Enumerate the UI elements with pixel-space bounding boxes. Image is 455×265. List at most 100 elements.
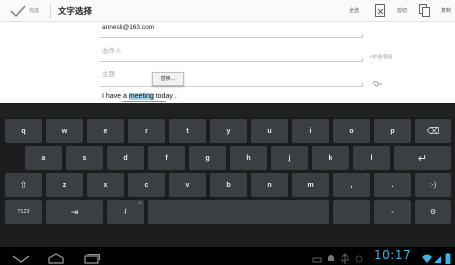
smiley-label: :-) <box>429 181 437 189</box>
key-a[interactable]: a <box>25 146 62 170</box>
key-k[interactable]: k <box>312 146 349 170</box>
key-q[interactable]: q <box>5 119 42 143</box>
field-divider <box>99 86 363 87</box>
key-y[interactable]: y <box>210 119 247 143</box>
key-symbols[interactable]: ?123 <box>5 200 42 224</box>
key-alt-label: ! <box>366 173 368 178</box>
key-i[interactable]: i <box>292 119 329 143</box>
key-w[interactable]: w <box>46 119 83 143</box>
copy-icon <box>419 4 430 17</box>
key-g[interactable]: g <box>189 146 226 170</box>
key-p[interactable]: p <box>374 119 411 143</box>
key-s[interactable]: s <box>66 146 103 170</box>
key-label: w <box>61 127 68 135</box>
key-label: i <box>309 127 312 135</box>
key-label: q <box>21 127 26 135</box>
key-z[interactable]: z <box>46 173 83 197</box>
cut-label[interactable]: 剪切 <box>397 7 407 14</box>
keyboard-status-icon <box>312 250 322 263</box>
battery-icon <box>444 250 452 264</box>
home-button[interactable] <box>45 250 67 264</box>
copy-label[interactable]: 复制 <box>441 7 451 14</box>
select-all-button[interactable]: 全选 <box>349 7 359 14</box>
key-label: n <box>267 181 272 189</box>
signal-icon <box>434 250 442 263</box>
page-title: 文字选择 <box>58 7 93 17</box>
from-field[interactable]: annesli@163.com <box>102 24 154 31</box>
tab-icon: ⇥ <box>70 206 79 217</box>
key-dash[interactable]: - _ <box>374 200 411 224</box>
field-divider <box>99 61 363 62</box>
key-label: / <box>124 208 127 216</box>
key-m[interactable]: m <box>292 173 329 197</box>
checkmark-icon <box>10 5 26 18</box>
key-alt-label: @ <box>137 200 142 205</box>
key-l[interactable]: l <box>353 146 390 170</box>
key-label: x <box>103 181 108 189</box>
attach-button[interactable] <box>370 74 384 87</box>
key-v[interactable]: v <box>169 173 206 197</box>
message-body[interactable]: I have a meeting today . <box>102 93 177 100</box>
key-h[interactable]: h <box>230 146 267 170</box>
key-t[interactable]: t <box>169 119 206 143</box>
subject-field[interactable]: 主题 <box>102 68 115 78</box>
action-bar-divider <box>50 4 51 18</box>
key-period[interactable]: .? <box>374 173 411 197</box>
key-r[interactable]: r <box>128 119 165 143</box>
selected-text[interactable]: meeting <box>128 93 154 100</box>
key-label: z <box>62 181 67 189</box>
cut-button[interactable] <box>374 3 387 18</box>
key-label: j <box>288 154 291 162</box>
key-comma[interactable]: ,! <box>333 173 370 197</box>
back-button[interactable] <box>10 250 32 263</box>
cc-bcc-button[interactable]: +抄送/密送 <box>369 54 392 60</box>
key-label: g <box>205 154 210 162</box>
key-o[interactable]: o <box>333 119 370 143</box>
key-label: , <box>350 181 353 189</box>
key-alt-label: " <box>335 200 337 205</box>
cut-icon <box>375 4 385 17</box>
key-label: . <box>391 181 394 189</box>
key-tab[interactable]: ⇥ <box>46 200 103 224</box>
key-space[interactable] <box>148 200 329 224</box>
field-divider <box>99 37 363 38</box>
recent-apps-icon <box>84 254 100 264</box>
recent-apps-button[interactable] <box>80 250 102 264</box>
key-smiley[interactable]: :-) <box>415 173 451 197</box>
key-label: f <box>165 154 168 162</box>
key-x[interactable]: x <box>87 173 124 197</box>
key-label: l <box>370 154 373 162</box>
key-label: b <box>226 181 231 189</box>
body-text-after: today . <box>153 93 177 100</box>
key-backspace[interactable]: ⌫ <box>415 119 451 143</box>
system-navigation-bar: 10:17 <box>0 247 455 265</box>
android-debug-icon <box>326 250 336 262</box>
key-label: d <box>123 154 128 162</box>
key-n[interactable]: n <box>251 173 288 197</box>
key-settings[interactable]: ⚙ <box>415 200 451 224</box>
to-field[interactable]: 收件人 <box>102 45 122 55</box>
field-divider-tick <box>362 58 363 61</box>
key-label: y <box>226 127 231 135</box>
body-text-before: I have a <box>102 93 129 100</box>
key-label: m <box>307 181 314 189</box>
key-alt-label: ? <box>406 173 409 178</box>
key-b[interactable]: b <box>210 173 247 197</box>
key-label: t <box>186 127 189 135</box>
key-j[interactable]: j <box>271 146 308 170</box>
key-label: k <box>328 154 333 162</box>
key-enter[interactable]: ↵ <box>394 146 451 170</box>
done-label[interactable]: 完成 <box>29 7 39 14</box>
key-d[interactable]: d <box>107 146 144 170</box>
keyboard-suggestion-strip <box>0 103 455 117</box>
key-slash[interactable]: / @ <box>107 200 144 224</box>
key-e[interactable]: e <box>87 119 124 143</box>
key-u[interactable]: u <box>251 119 288 143</box>
key-apostrophe[interactable]: " <box>333 200 370 224</box>
paste-replace-popup[interactable]: 替换... <box>152 72 184 86</box>
key-c[interactable]: c <box>128 173 165 197</box>
key-f[interactable]: f <box>148 146 185 170</box>
key-label: p <box>390 127 395 135</box>
key-shift[interactable]: ⇧ <box>5 173 42 197</box>
copy-button[interactable] <box>418 3 431 18</box>
